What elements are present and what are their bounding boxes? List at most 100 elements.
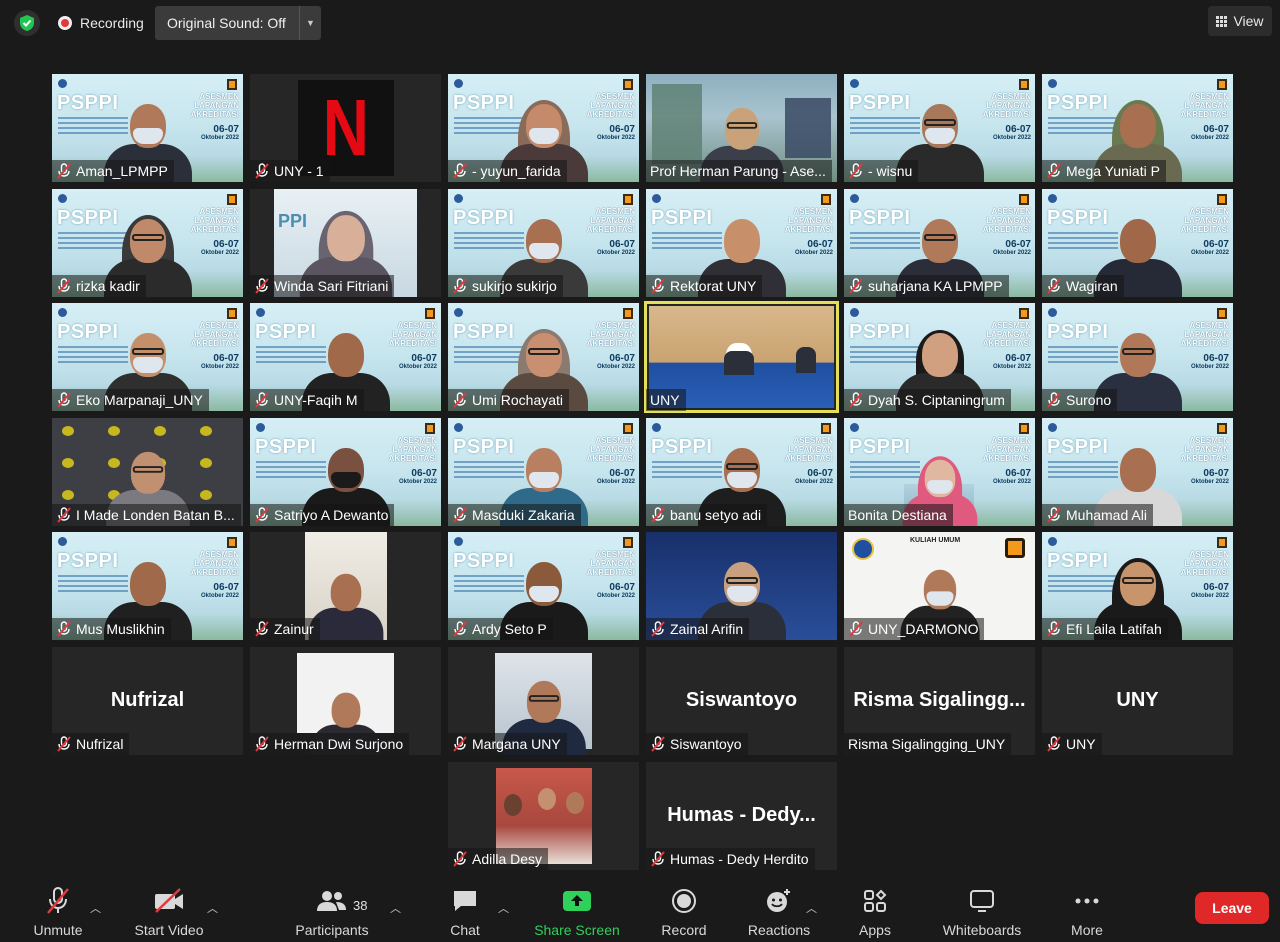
more-label: More xyxy=(1071,922,1103,938)
chevron-down-icon[interactable]: ▼ xyxy=(299,6,321,40)
apps-button[interactable]: Apps xyxy=(852,878,898,942)
video-tile[interactable]: PPI Winda Sari Fitriani xyxy=(250,189,441,297)
video-tile[interactable]: PSPPI ASESMEN LAPANGAN AKREDITASI 06-07 Oktob… xyxy=(52,189,243,297)
microphone-muted-icon xyxy=(255,392,269,408)
video-tile[interactable]: PSPPI ASESMEN LAPANGAN AKREDITASI 06-07 Oktob… xyxy=(1042,303,1233,411)
participant-name-label: Satriyo A Dewanto xyxy=(250,504,395,526)
participant-name-label: Surono xyxy=(1042,389,1118,411)
video-tile[interactable]: PSPPI ASESMEN LAPANGAN AKREDITASI 06-07 Oktob… xyxy=(646,189,837,297)
participant-name-label: Risma Sigalingging_UNY xyxy=(844,733,1012,755)
video-tile[interactable]: PSPPI ASESMEN LAPANGAN AKREDITASI 06-07 Oktob… xyxy=(646,418,837,526)
participant-name-label: Umi Rochayati xyxy=(448,389,570,411)
microphone-muted-icon xyxy=(1047,392,1061,408)
recording-indicator[interactable]: Recording xyxy=(50,9,156,37)
banner-right-text: ASESMEN LAPANGAN AKREDITASI 06-07 Oktober 20… xyxy=(388,321,437,370)
record-label: Record xyxy=(661,922,707,938)
participant-name-label: Margana UNY xyxy=(448,733,567,755)
video-tile[interactable]: Prof Herman Parung - Ase... xyxy=(646,74,837,182)
participant-name: UNY xyxy=(1066,736,1096,752)
video-tile[interactable]: PSPPI ASESMEN LAPANGAN AKREDITASI 06-07 Oktob… xyxy=(448,74,639,182)
video-tile[interactable]: PSPPI ASESMEN LAPANGAN AKREDITASI 06-07 Oktob… xyxy=(250,303,441,411)
participant-name: Mus Muslikhin xyxy=(76,621,165,637)
video-tile[interactable]: N UNY - 1 xyxy=(250,74,441,182)
participant-name-label: Aman_LPMPP xyxy=(52,160,174,182)
video-tile[interactable]: Margana UNY xyxy=(448,647,639,755)
participant-name: Winda Sari Fitriani xyxy=(274,278,389,294)
video-tile[interactable]: Humas - Dedy... Humas - Dedy Herdito xyxy=(646,762,837,870)
video-tile[interactable]: PSPPI ASESMEN LAPANGAN AKREDITASI 06-07 Oktob… xyxy=(52,303,243,411)
video-tile[interactable]: PSPPI ASESMEN LAPANGAN AKREDITASI 06-07 Oktob… xyxy=(1042,189,1233,297)
video-tile[interactable]: PSPPI ASESMEN LAPANGAN AKREDITASI 06-07 Oktob… xyxy=(448,532,639,640)
video-tile[interactable]: PSPPI ASESMEN LAPANGAN AKREDITASI 06-07 Oktob… xyxy=(448,418,639,526)
video-tile[interactable]: PSPPI ASESMEN LAPANGAN AKREDITASI 06-07 Oktob… xyxy=(844,74,1035,182)
microphone-muted-icon xyxy=(1047,507,1061,523)
audio-options-chevron-icon[interactable]: ︿ xyxy=(90,900,101,916)
participant-display-name: Nufrizal xyxy=(110,689,185,711)
leave-button[interactable]: Leave xyxy=(1195,892,1269,924)
participants-options-chevron-icon[interactable]: ︿ xyxy=(390,900,401,916)
video-tile[interactable]: Zainur xyxy=(250,532,441,640)
video-tile[interactable]: PSPPI ASESMEN LAPANGAN AKREDITASI 06-07 Oktob… xyxy=(52,532,243,640)
participant-name-label: suharjana KA LPMPP xyxy=(844,275,1009,297)
microphone-muted-icon xyxy=(453,851,467,867)
microphone-muted-icon xyxy=(57,507,71,523)
whiteboards-label: Whiteboards xyxy=(942,922,1022,938)
view-button[interactable]: View xyxy=(1208,6,1272,36)
microphone-muted-icon xyxy=(255,163,269,179)
video-tile[interactable]: PSPPI ASESMEN LAPANGAN AKREDITASI 06-07 Oktob… xyxy=(844,418,1035,526)
video-tile[interactable]: PSPPI ASESMEN LAPANGAN AKREDITASI 06-07 Oktob… xyxy=(1042,532,1233,640)
original-sound-button[interactable]: Original Sound: Off ▼ xyxy=(155,6,321,40)
video-tile[interactable]: UNY xyxy=(644,301,839,413)
video-tile[interactable]: PSPPI ASESMEN LAPANGAN AKREDITASI 06-07 Oktob… xyxy=(250,418,441,526)
video-tile[interactable]: I Made Londen Batan B... xyxy=(52,418,243,526)
unmute-button[interactable]: Unmute xyxy=(28,878,88,942)
top-bar: Recording Original Sound: Off ▼ View xyxy=(0,0,1280,48)
share-screen-button[interactable]: Share Screen xyxy=(532,878,622,942)
participant-name-label: Zainur xyxy=(250,618,320,640)
microphone-muted-icon xyxy=(57,392,71,408)
video-options-chevron-icon[interactable]: ︿ xyxy=(207,900,218,916)
microphone-muted-icon xyxy=(453,163,467,179)
chat-button[interactable]: Chat xyxy=(444,878,486,942)
video-tile[interactable]: KULIAH UMUM UNY_DARMONO xyxy=(844,532,1035,640)
chat-options-chevron-icon[interactable]: ︿ xyxy=(498,900,509,916)
microphone-muted-icon xyxy=(255,278,269,294)
video-tile[interactable]: PSPPI ASESMEN LAPANGAN AKREDITASI 06-07 Oktob… xyxy=(52,74,243,182)
participant-name-label: UNY - 1 xyxy=(250,160,330,182)
video-tile[interactable]: Herman Dwi Surjono xyxy=(250,647,441,755)
video-tile[interactable]: UNY UNY xyxy=(1042,647,1233,755)
reactions-options-chevron-icon[interactable]: ︿ xyxy=(806,900,817,916)
video-tile[interactable]: PSPPI ASESMEN LAPANGAN AKREDITASI 06-07 Oktob… xyxy=(844,189,1035,297)
microphone-muted-icon xyxy=(849,163,863,179)
video-tile[interactable]: PSPPI ASESMEN LAPANGAN AKREDITASI 06-07 Oktob… xyxy=(448,303,639,411)
video-tile[interactable]: Adilla Desy xyxy=(448,762,639,870)
reactions-label: Reactions xyxy=(747,922,811,938)
participant-name: - yuyun_farida xyxy=(472,163,561,179)
whiteboards-button[interactable]: Whiteboards xyxy=(936,878,1028,942)
video-tile[interactable]: Risma Sigalingg... Risma Sigalingging_UNY xyxy=(844,647,1035,755)
participant-name-label: Nufrizal xyxy=(52,733,130,755)
microphone-muted-icon xyxy=(651,507,665,523)
video-tile[interactable]: PSPPI ASESMEN LAPANGAN AKREDITASI 06-07 Oktob… xyxy=(448,189,639,297)
microphone-muted-icon xyxy=(651,621,665,637)
record-button[interactable]: Record xyxy=(656,878,712,942)
security-shield-icon[interactable] xyxy=(14,10,40,36)
participant-name-label: Efi Laila Latifah xyxy=(1042,618,1168,640)
participant-name-label: Muhamad Ali xyxy=(1042,504,1153,526)
banner-title: PSPPI xyxy=(849,436,911,458)
record-dot-icon xyxy=(58,16,72,30)
microphone-muted-icon xyxy=(57,163,71,179)
video-tile[interactable]: PSPPI ASESMEN LAPANGAN AKREDITASI 06-07 Oktob… xyxy=(844,303,1035,411)
video-tile[interactable]: PSPPI ASESMEN LAPANGAN AKREDITASI 06-07 Oktob… xyxy=(1042,74,1233,182)
participant-name-label: rizka kadir xyxy=(52,275,146,297)
share-screen-label: Share Screen xyxy=(534,922,620,938)
video-tile[interactable]: PSPPI ASESMEN LAPANGAN AKREDITASI 06-07 Oktob… xyxy=(1042,418,1233,526)
more-button[interactable]: More xyxy=(1064,878,1110,942)
apps-label: Apps xyxy=(859,922,891,938)
banner-right-text: ASESMEN LAPANGAN AKREDITASI 06-07 Oktober 20… xyxy=(190,550,239,599)
reactions-button[interactable]: Reactions xyxy=(744,878,814,942)
start-video-button[interactable]: Start Video xyxy=(128,878,210,942)
video-tile[interactable]: Zainal Arifin xyxy=(646,532,837,640)
video-tile[interactable]: Nufrizal Nufrizal xyxy=(52,647,243,755)
video-tile[interactable]: Siswantoyo Siswantoyo xyxy=(646,647,837,755)
